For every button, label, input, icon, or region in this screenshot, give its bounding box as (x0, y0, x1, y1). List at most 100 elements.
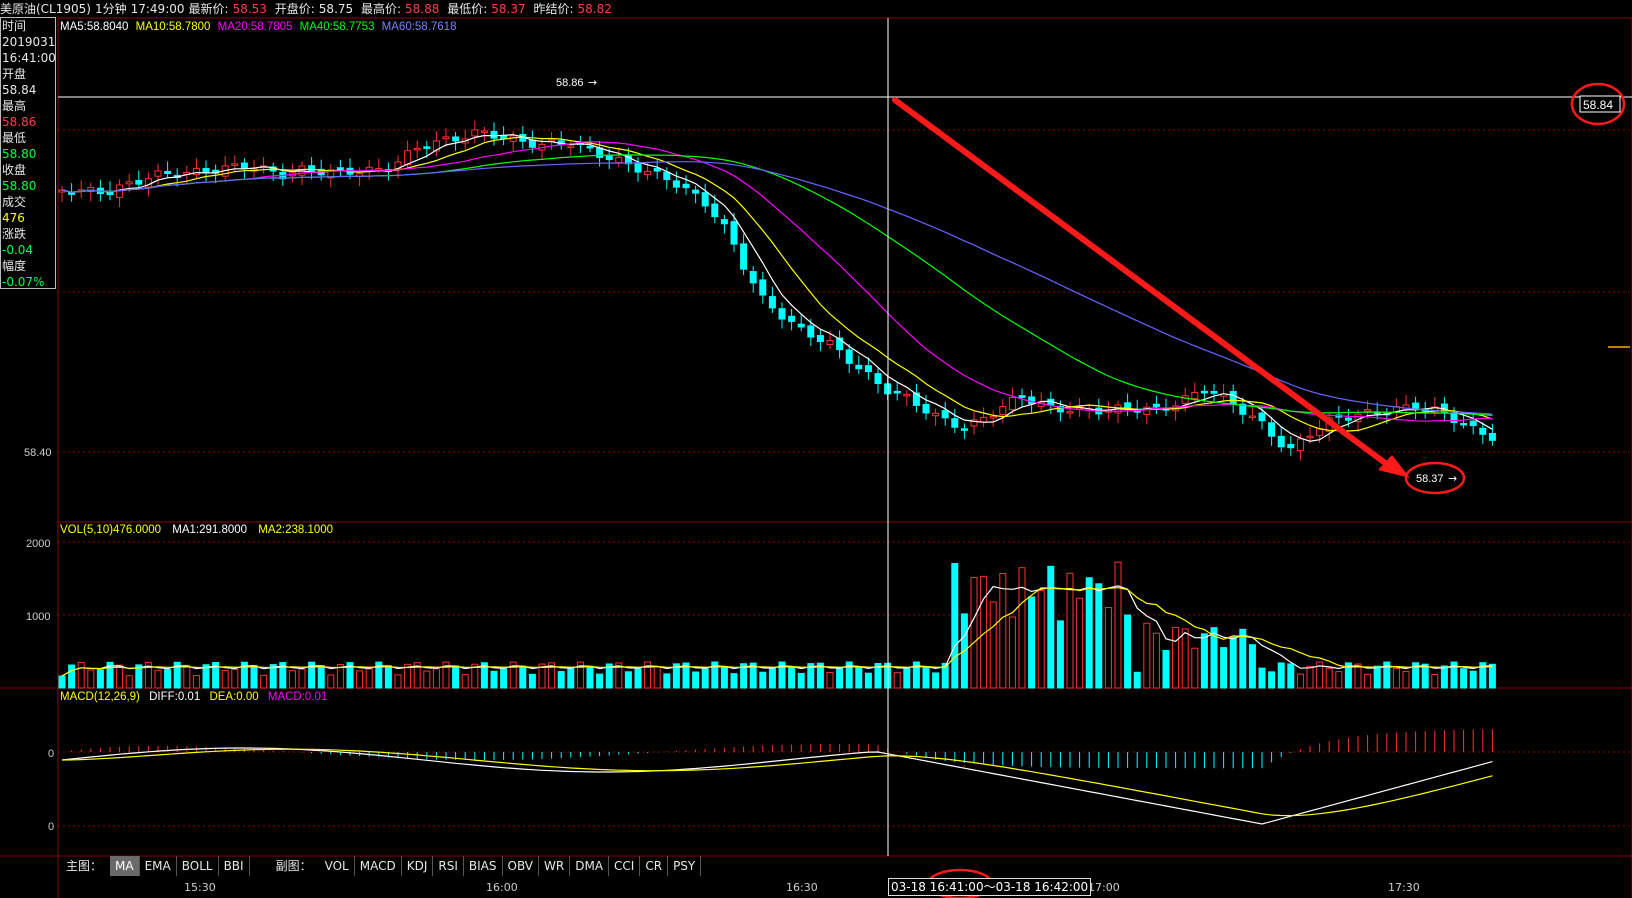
volume-bar (701, 667, 709, 689)
volume-bar (1287, 663, 1295, 689)
candle-body (125, 181, 133, 185)
macd-legend: MACD(12,26,9) DIFF:0.01 DEA:0.00 MACD:0.… (60, 691, 327, 703)
info-change-label: 涨跌 (2, 227, 27, 241)
volume-bar (1431, 674, 1439, 689)
volume-bar (519, 665, 527, 689)
tab-wr[interactable]: WR (539, 856, 571, 876)
candle-body (740, 243, 748, 270)
volume-bar (1325, 667, 1333, 689)
volume-bar (557, 671, 565, 689)
volume-bar (596, 673, 604, 689)
candle-body (663, 171, 671, 181)
macd-legend-value: MACD:0.01 (268, 691, 327, 703)
main-chart-label: 主图： (66, 859, 103, 873)
macd-tick-0a: 0 (48, 748, 54, 760)
vol-legend: VOL(5,10)476.0000 MA1:291.8000 MA2:238.1… (60, 524, 333, 536)
candle-body (682, 183, 690, 189)
candle-body (778, 308, 786, 320)
kline-chart[interactable]: 58.86 → 58.37 → 58.84 58.40 2000 1000 0 … (0, 0, 1632, 898)
ma5-line (61, 134, 1493, 442)
tab-bias[interactable]: BIAS (464, 856, 503, 876)
volume-bar (634, 667, 642, 689)
vol-tick-2000: 2000 (26, 538, 50, 550)
volume-bar (1335, 671, 1343, 689)
candle-body (1344, 417, 1352, 421)
candle-body (164, 170, 172, 175)
volume-bar (183, 664, 191, 689)
tab-cci[interactable]: CCI (609, 856, 641, 876)
volume-bar (192, 675, 200, 689)
volume-bar (365, 668, 373, 689)
info-change: -0.04 (2, 243, 34, 257)
volume-bar (1076, 597, 1084, 689)
candle-body (202, 168, 210, 174)
candle-body (1469, 420, 1477, 427)
tab-vol[interactable]: VOL (320, 856, 355, 876)
volume-bar (932, 672, 940, 689)
tab-ma[interactable]: MA (110, 856, 140, 876)
volume-bar (759, 671, 767, 689)
candle-body (490, 130, 498, 139)
tab-kdj[interactable]: KDJ (402, 856, 434, 876)
volume-bar (692, 671, 700, 689)
tab-rsi[interactable]: RSI (433, 856, 464, 876)
volume-bar (1239, 628, 1247, 689)
candle-body (845, 349, 853, 364)
tab-boll[interactable]: BOLL (177, 856, 219, 876)
volume-bar (452, 665, 460, 689)
candle-body (442, 136, 450, 140)
volume-bar (1200, 633, 1208, 689)
volume-bar (1152, 632, 1160, 689)
cursor-time-label: 03-18 16:41:00～03-18 16:42:00 (888, 878, 1092, 896)
volume-bar (1008, 616, 1016, 689)
tab-ema[interactable]: EMA (140, 856, 177, 876)
tab-bbi[interactable]: BBI (219, 856, 250, 876)
info-open-label: 开盘 (2, 67, 27, 81)
volume-bar (970, 576, 978, 689)
vol-legend-ma2: MA2:238.1000 (258, 524, 333, 536)
volume-bar (624, 671, 632, 689)
ma5-legend: MA5:58.8040 (60, 21, 128, 33)
volume-bar (1066, 572, 1074, 689)
candle-body (644, 170, 652, 176)
tab-obv[interactable]: OBV (503, 856, 540, 876)
macd-legend-diff: DIFF:0.01 (149, 691, 200, 703)
candle-body (951, 418, 959, 428)
candle-body (231, 163, 239, 166)
high-marker-arrow-icon: → (588, 76, 597, 89)
volume-bar (1124, 614, 1132, 689)
candle-body (1200, 390, 1208, 394)
info-amp-label: 幅度 (2, 259, 27, 273)
candle-body (1210, 390, 1218, 394)
volume-bar (1095, 583, 1103, 689)
volume-bar (567, 667, 575, 689)
high-marker: 58.86 (556, 77, 584, 89)
candle-body (567, 145, 575, 148)
indicator-tab-bar: 主图： MA EMA BOLL BBI 副图： VOL MACD KDJ RSI BIAS OBV WR… (58, 856, 702, 876)
volume-bar (231, 668, 239, 689)
candle-body (1152, 403, 1160, 407)
time-tick-1700: 17:00 (1088, 881, 1120, 894)
candle-body (1268, 422, 1276, 437)
candle-body (797, 323, 805, 328)
time-tick-1600: 16:00 (486, 881, 518, 894)
candle-body (711, 203, 719, 218)
volume-bar (1028, 596, 1036, 689)
tab-dma[interactable]: DMA (570, 856, 610, 876)
volume-bar (1354, 663, 1362, 689)
candle-body (308, 165, 316, 172)
time-tick-1630: 16:30 (786, 881, 818, 894)
volume-bar (586, 665, 594, 689)
tab-cr[interactable]: CR (640, 856, 669, 876)
volume-bar (788, 666, 796, 689)
info-open: 58.84 (2, 83, 37, 97)
candle-body (989, 415, 997, 419)
tab-macd[interactable]: MACD (355, 856, 402, 876)
volume-bar (653, 665, 661, 689)
volume-bar (1460, 668, 1468, 689)
volume-bar (1047, 565, 1055, 689)
volume-bar (1373, 665, 1381, 689)
volume-bar (1248, 644, 1256, 689)
tab-psy[interactable]: PSY (668, 856, 702, 876)
candle-body (816, 335, 824, 343)
